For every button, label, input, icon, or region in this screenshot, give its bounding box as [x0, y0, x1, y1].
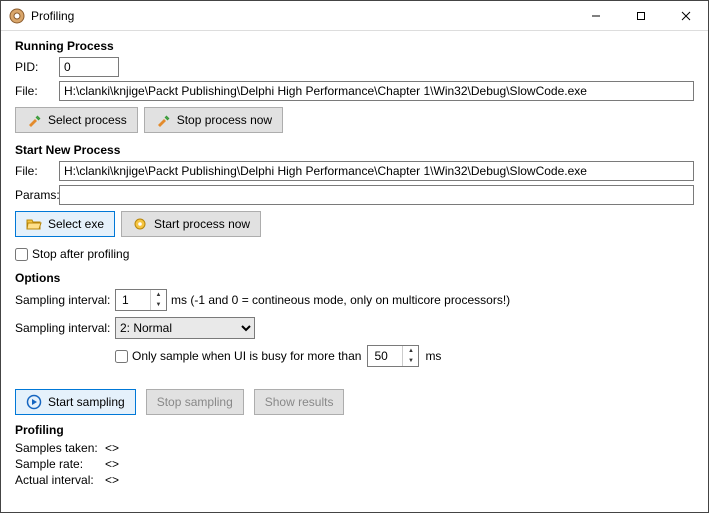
maximize-button[interactable]: [618, 1, 663, 30]
start-sampling-button[interactable]: Start sampling: [15, 389, 136, 415]
select-process-label: Select process: [48, 113, 127, 127]
actual-interval-label: Actual interval:: [15, 473, 105, 487]
stop-sampling-label: Stop sampling: [157, 395, 233, 409]
show-results-button[interactable]: Show results: [254, 389, 345, 415]
pid-label: PID:: [15, 60, 59, 74]
gear-run-icon: [132, 216, 148, 232]
folder-open-icon: [26, 216, 42, 232]
samples-taken-label: Samples taken:: [15, 441, 105, 455]
stop-sampling-button[interactable]: Stop sampling: [146, 389, 244, 415]
play-circle-icon: [26, 394, 42, 410]
startnew-file-label: File:: [15, 164, 59, 178]
window-title: Profiling: [31, 9, 573, 23]
sampling-interval-input[interactable]: [116, 291, 150, 309]
running-process-header: Running Process: [15, 39, 694, 53]
startnew-file-input[interactable]: [59, 161, 694, 181]
start-process-label: Start process now: [154, 217, 250, 231]
sample-rate-label: Sample rate:: [15, 457, 105, 471]
carrot-icon: [155, 112, 171, 128]
sampling-priority-label: Sampling interval:: [15, 321, 115, 335]
titlebar: Profiling: [1, 1, 708, 31]
sampling-priority-select[interactable]: 2: Normal: [115, 317, 255, 339]
only-busy-label-b: ms: [425, 349, 441, 363]
params-input[interactable]: [59, 185, 694, 205]
select-exe-button[interactable]: Select exe: [15, 211, 115, 237]
params-label: Params:: [15, 188, 59, 202]
sampling-interval-hint: ms (-1 and 0 = contineous mode, only on …: [171, 293, 510, 307]
start-sampling-label: Start sampling: [48, 395, 125, 409]
pid-input[interactable]: [59, 57, 119, 77]
stop-process-label: Stop process now: [177, 113, 272, 127]
spinner-arrows[interactable]: ▲▼: [402, 346, 418, 366]
actual-interval-value: <>: [105, 473, 119, 487]
sampling-interval-spinner[interactable]: ▲▼: [115, 289, 167, 311]
select-exe-label: Select exe: [48, 217, 104, 231]
busy-threshold-input[interactable]: [368, 347, 402, 365]
app-icon: [9, 8, 25, 24]
busy-threshold-spinner[interactable]: ▲▼: [367, 345, 419, 367]
only-busy-label-a: Only sample when UI is busy for more tha…: [132, 349, 361, 363]
options-header: Options: [15, 271, 694, 285]
stop-after-label: Stop after profiling: [32, 247, 129, 261]
close-button[interactable]: [663, 1, 708, 30]
running-file-label: File:: [15, 84, 59, 98]
select-process-button[interactable]: Select process: [15, 107, 138, 133]
sampling-interval-label: Sampling interval:: [15, 293, 115, 307]
spinner-arrows[interactable]: ▲▼: [150, 290, 166, 310]
carrot-icon: [26, 112, 42, 128]
running-file-input[interactable]: [59, 81, 694, 101]
start-new-header: Start New Process: [15, 143, 694, 157]
show-results-label: Show results: [265, 395, 334, 409]
sample-rate-value: <>: [105, 457, 119, 471]
stop-process-button[interactable]: Stop process now: [144, 107, 283, 133]
stop-after-checkbox[interactable]: [15, 248, 28, 261]
profiling-header: Profiling: [15, 423, 694, 437]
minimize-button[interactable]: [573, 1, 618, 30]
start-process-button[interactable]: Start process now: [121, 211, 261, 237]
only-busy-checkbox[interactable]: [115, 350, 128, 363]
samples-taken-value: <>: [105, 441, 119, 455]
